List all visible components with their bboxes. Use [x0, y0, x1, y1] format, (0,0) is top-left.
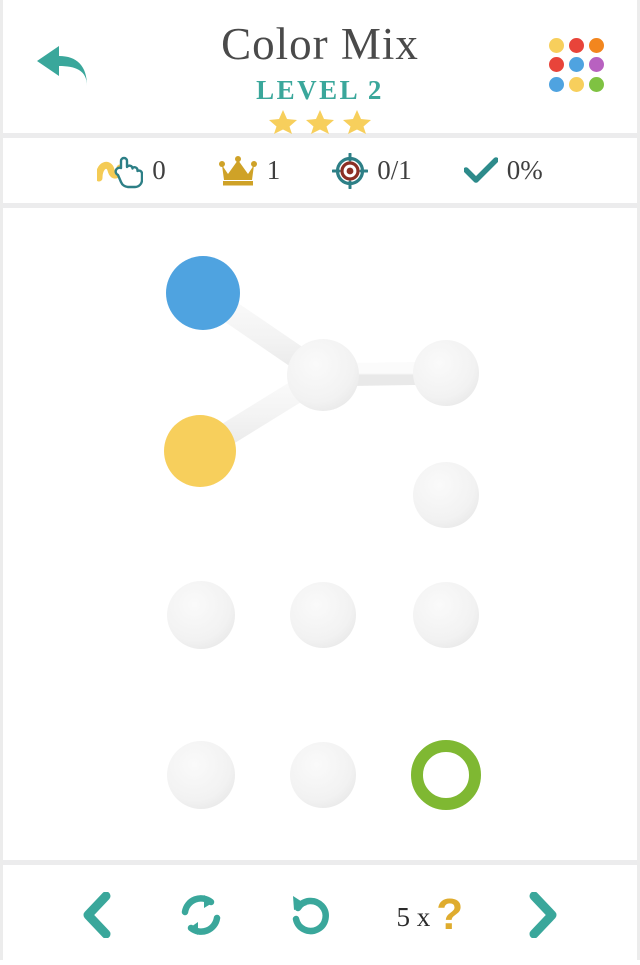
junction-node[interactable]	[287, 339, 359, 411]
star-rating	[3, 108, 637, 134]
empty-node[interactable]	[413, 462, 479, 528]
palette-dot	[589, 38, 604, 53]
prev-level-button[interactable]	[79, 885, 115, 945]
back-arrow-icon	[37, 46, 87, 86]
empty-node[interactable]	[290, 742, 356, 808]
empty-node[interactable]	[290, 582, 356, 648]
palette-button[interactable]	[549, 38, 605, 92]
stat-progress: 0%	[463, 155, 543, 185]
check-icon	[463, 156, 498, 183]
palette-dot	[589, 76, 604, 92]
chevron-right-icon	[529, 892, 557, 938]
hint-count: 5 x	[396, 901, 431, 932]
restart-button[interactable]	[177, 885, 225, 945]
game-screen: Color Mix LEVEL 2 0 1 0/1 0% 5 x ?	[0, 0, 640, 965]
palette-dot	[569, 38, 584, 53]
back-button[interactable]	[29, 36, 99, 96]
palette-dot	[569, 57, 584, 73]
footer-toolbar: 5 x ?	[3, 865, 637, 965]
stat-value: 0	[152, 155, 166, 185]
palette-dot	[549, 38, 564, 53]
empty-node[interactable]	[413, 582, 479, 648]
crown-icon	[218, 155, 257, 185]
stat-value: 0%	[506, 155, 543, 185]
stat-moves: 0	[97, 152, 166, 190]
game-board[interactable]	[3, 208, 637, 865]
swipe-hand-icon	[97, 156, 144, 188]
hint-button[interactable]: 5 x ?	[397, 885, 464, 945]
header-bar: Color Mix LEVEL 2	[3, 0, 637, 138]
blue-source-node[interactable]	[166, 256, 240, 330]
stats-bar: 0 1 0/1 0%	[3, 138, 637, 208]
star-icon	[269, 110, 371, 134]
stat-value: 0/1	[377, 155, 412, 185]
undo-button[interactable]	[287, 885, 335, 945]
next-level-button[interactable]	[525, 885, 561, 945]
palette-dot	[589, 57, 604, 73]
empty-node[interactable]	[413, 340, 479, 406]
stat-best: 1	[218, 155, 281, 187]
undo-icon	[292, 896, 329, 935]
green-goal-node[interactable]	[411, 740, 481, 810]
yellow-source-node[interactable]	[164, 415, 236, 487]
stat-value: 1	[266, 155, 281, 185]
palette-dot	[569, 76, 584, 92]
stat-targets: 0/1	[332, 152, 412, 189]
empty-node[interactable]	[167, 741, 235, 809]
board-graph	[164, 256, 481, 810]
palette-dot	[549, 76, 564, 92]
chevron-left-icon	[83, 892, 111, 938]
palette-dot	[549, 57, 564, 73]
target-icon	[332, 152, 369, 189]
empty-node[interactable]	[167, 581, 235, 649]
refresh-icon	[181, 895, 221, 935]
question-mark-icon: ?	[436, 890, 464, 939]
